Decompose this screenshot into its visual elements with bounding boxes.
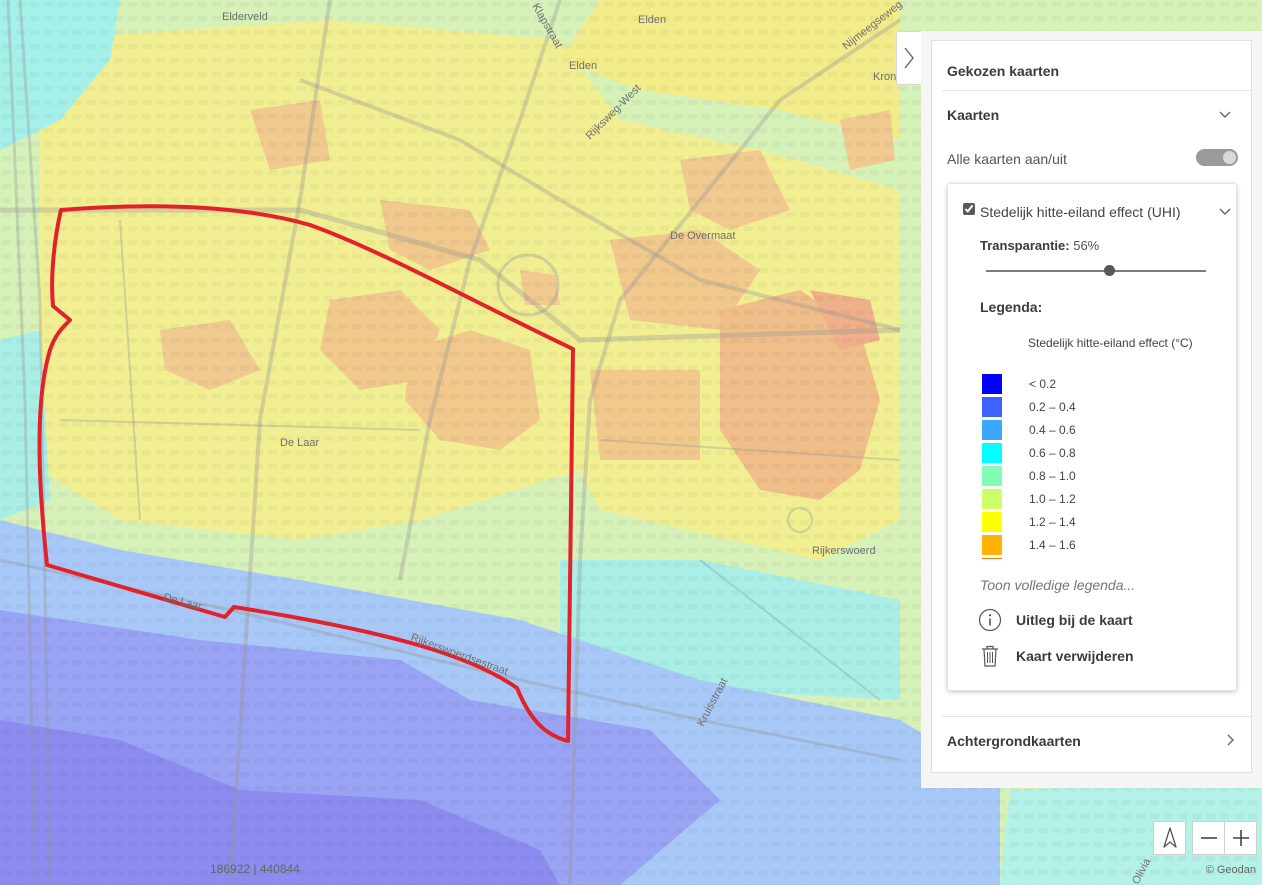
layer-visibility-checkbox[interactable] [963,203,975,215]
legend-swatch [982,489,1002,509]
place-label: Elden [638,14,666,26]
legend-item: < 0.2 [982,373,1222,396]
transparency-slider[interactable] [986,265,1206,276]
divider [942,716,1251,717]
legend-list: < 0.2 0.2 – 0.4 0.4 – 0.6 0.6 – 0.8 0.8 – 1.… [982,373,1222,559]
legend-swatch [982,374,1002,394]
legend-item-label: 1.2 – 1.4 [1029,515,1076,529]
legend-swatch [982,512,1002,532]
place-label: De Laar [280,437,319,449]
north-arrow-button[interactable] [1153,821,1186,855]
side-panel: Gekozen kaarten Kaarten Alle kaarten aan… [921,31,1262,788]
chevron-right-icon[interactable] [1224,733,1238,747]
layer-card: Stedelijk hitte-eiland effect (UHI) Tran… [947,183,1237,691]
chevron-down-icon[interactable] [1218,108,1232,122]
legend-item: 0.8 – 1.0 [982,465,1222,488]
legend-item: 1.0 – 1.2 [982,488,1222,511]
legend-item: 0.4 – 0.6 [982,419,1222,442]
toggle-all-label: Alle kaarten aan/uit [947,151,1067,167]
toggle-knob [1223,151,1236,164]
transparency-row: Transparantie: 56% [980,238,1099,253]
legend-swatch [982,558,1002,559]
legend-swatch [982,443,1002,463]
place-label: Rijkerswoerd [812,545,876,557]
maps-section-header[interactable]: Kaarten [947,107,999,123]
background-maps-header[interactable]: Achtergrondkaarten [947,733,1081,749]
transparency-slider-handle[interactable] [1104,265,1116,276]
legend-item-label: 0.8 – 1.0 [1029,469,1076,483]
transparency-label: Transparantie: [980,238,1070,253]
legend-item-label: 1.4 – 1.6 [1029,538,1076,552]
plus-icon [1232,830,1249,846]
remove-map-label: Kaart verwijderen [1016,648,1134,664]
legend-swatch [982,420,1002,440]
legend-label: Legenda: [980,299,1043,315]
info-icon [978,608,1002,632]
place-label: Elden [569,60,597,72]
zoom-in-button[interactable] [1224,821,1257,855]
map-attribution[interactable]: © Geodan [1206,864,1256,876]
place-label: Elderveld [222,11,268,23]
transparency-value: 56% [1073,238,1100,253]
legend-item: 0.6 – 0.8 [982,442,1222,465]
legend-item-label: 0.4 – 0.6 [1029,423,1076,437]
compass-arrow-icon [1162,827,1177,848]
zoom-out-button[interactable] [1192,821,1225,855]
legend-item-label: 1.0 – 1.2 [1029,492,1076,506]
legend-item: 1.4 – 1.6 [982,534,1222,557]
coordinate-readout: 186922 | 440844 [210,862,300,876]
legend-item-label: 0.2 – 0.4 [1029,400,1076,414]
trash-icon [982,645,998,667]
selected-maps-panel: Gekozen kaarten Kaarten Alle kaarten aan… [931,40,1252,773]
collapse-panel-button[interactable] [896,31,921,85]
chevron-down-icon[interactable] [1218,205,1232,219]
divider [942,90,1251,91]
explain-map-label: Uitleg bij de kaart [1016,612,1133,628]
legend-swatch [982,397,1002,417]
full-legend-link[interactable]: Toon volledige legenda... [980,577,1135,593]
legend-item: 1.2 – 1.4 [982,511,1222,534]
legend-item [982,557,1222,559]
legend-title: Stedelijk hitte-eiland effect (°C) [1028,336,1193,350]
chevron-right-icon [904,47,914,69]
legend-item-label: 0.6 – 0.8 [1029,446,1076,460]
layer-name: Stedelijk hitte-eiland effect (UHI) [980,204,1181,220]
legend-swatch [982,466,1002,486]
toggle-all-switch[interactable] [1196,149,1238,166]
minus-icon [1201,837,1217,839]
legend-item-label: < 0.2 [1029,377,1057,391]
legend-swatch [982,535,1002,555]
place-label: De Overmaat [670,230,735,242]
legend-item: 0.2 – 0.4 [982,396,1222,419]
panel-title: Gekozen kaarten [947,63,1060,79]
